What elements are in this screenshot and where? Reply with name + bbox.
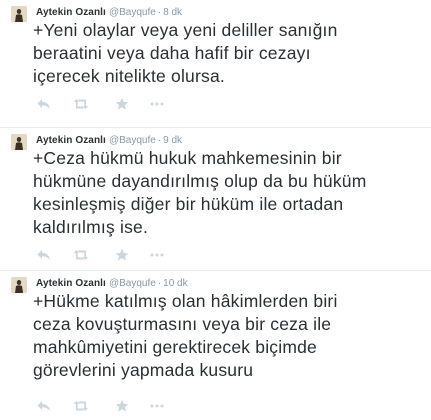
- tweet-item[interactable]: Aytekin Ozanlı @Bayqufe · 8 dk +Yeni olayla…: [0, 0, 431, 128]
- tweet-timestamp[interactable]: 10 dk: [163, 278, 187, 289]
- tweet-item[interactable]: Aytekin Ozanlı @Bayqufe · 10 dk +Hükme katı…: [0, 271, 431, 420]
- more-icon[interactable]: [149, 248, 165, 262]
- author-username[interactable]: @Bayqufe: [109, 7, 156, 18]
- author-fullname[interactable]: Aytekin Ozanlı: [36, 278, 106, 289]
- reply-icon[interactable]: [36, 248, 52, 262]
- tweet-timestamp[interactable]: 8 dk: [163, 7, 182, 18]
- author-fullname[interactable]: Aytekin Ozanlı: [36, 7, 106, 18]
- tweet-actions: [36, 97, 176, 111]
- tweet-actions: [36, 248, 176, 262]
- header-separator: ·: [157, 278, 162, 289]
- header-separator: ·: [157, 7, 162, 18]
- avatar[interactable]: [11, 277, 27, 293]
- avatar[interactable]: [11, 6, 27, 22]
- tweet-timeline: Aytekin Ozanlı @Bayqufe · 8 dk +Yeni olayla…: [0, 0, 431, 420]
- retweet-icon[interactable]: [73, 399, 89, 413]
- tweet-text: +Ceza hükmü hukuk mahkemesinin bir hükmü…: [33, 148, 367, 237]
- reply-icon[interactable]: [36, 399, 52, 413]
- author-fullname[interactable]: Aytekin Ozanlı: [36, 135, 106, 146]
- retweet-icon[interactable]: [73, 248, 89, 262]
- reply-icon[interactable]: [36, 97, 52, 111]
- more-icon[interactable]: [149, 97, 165, 111]
- tweet-text: +Hükme katılmış olan hâkimlerden biri ce…: [33, 291, 338, 380]
- retweet-icon[interactable]: [73, 97, 89, 111]
- more-icon[interactable]: [149, 399, 165, 413]
- tweet-text: +Yeni olaylar veya yeni deliller sanığın…: [33, 20, 338, 86]
- author-username[interactable]: @Bayqufe: [109, 135, 156, 146]
- star-icon[interactable]: [114, 97, 130, 111]
- tweet-timestamp[interactable]: 9 dk: [163, 135, 182, 146]
- tweet-item[interactable]: Aytekin Ozanlı @Bayqufe · 9 dk +Ceza hükmü …: [0, 128, 431, 271]
- star-icon[interactable]: [114, 248, 130, 262]
- avatar[interactable]: [11, 134, 27, 150]
- header-separator: ·: [157, 135, 162, 146]
- author-username[interactable]: @Bayqufe: [109, 278, 156, 289]
- tweet-actions: [36, 399, 176, 413]
- star-icon[interactable]: [114, 399, 130, 413]
